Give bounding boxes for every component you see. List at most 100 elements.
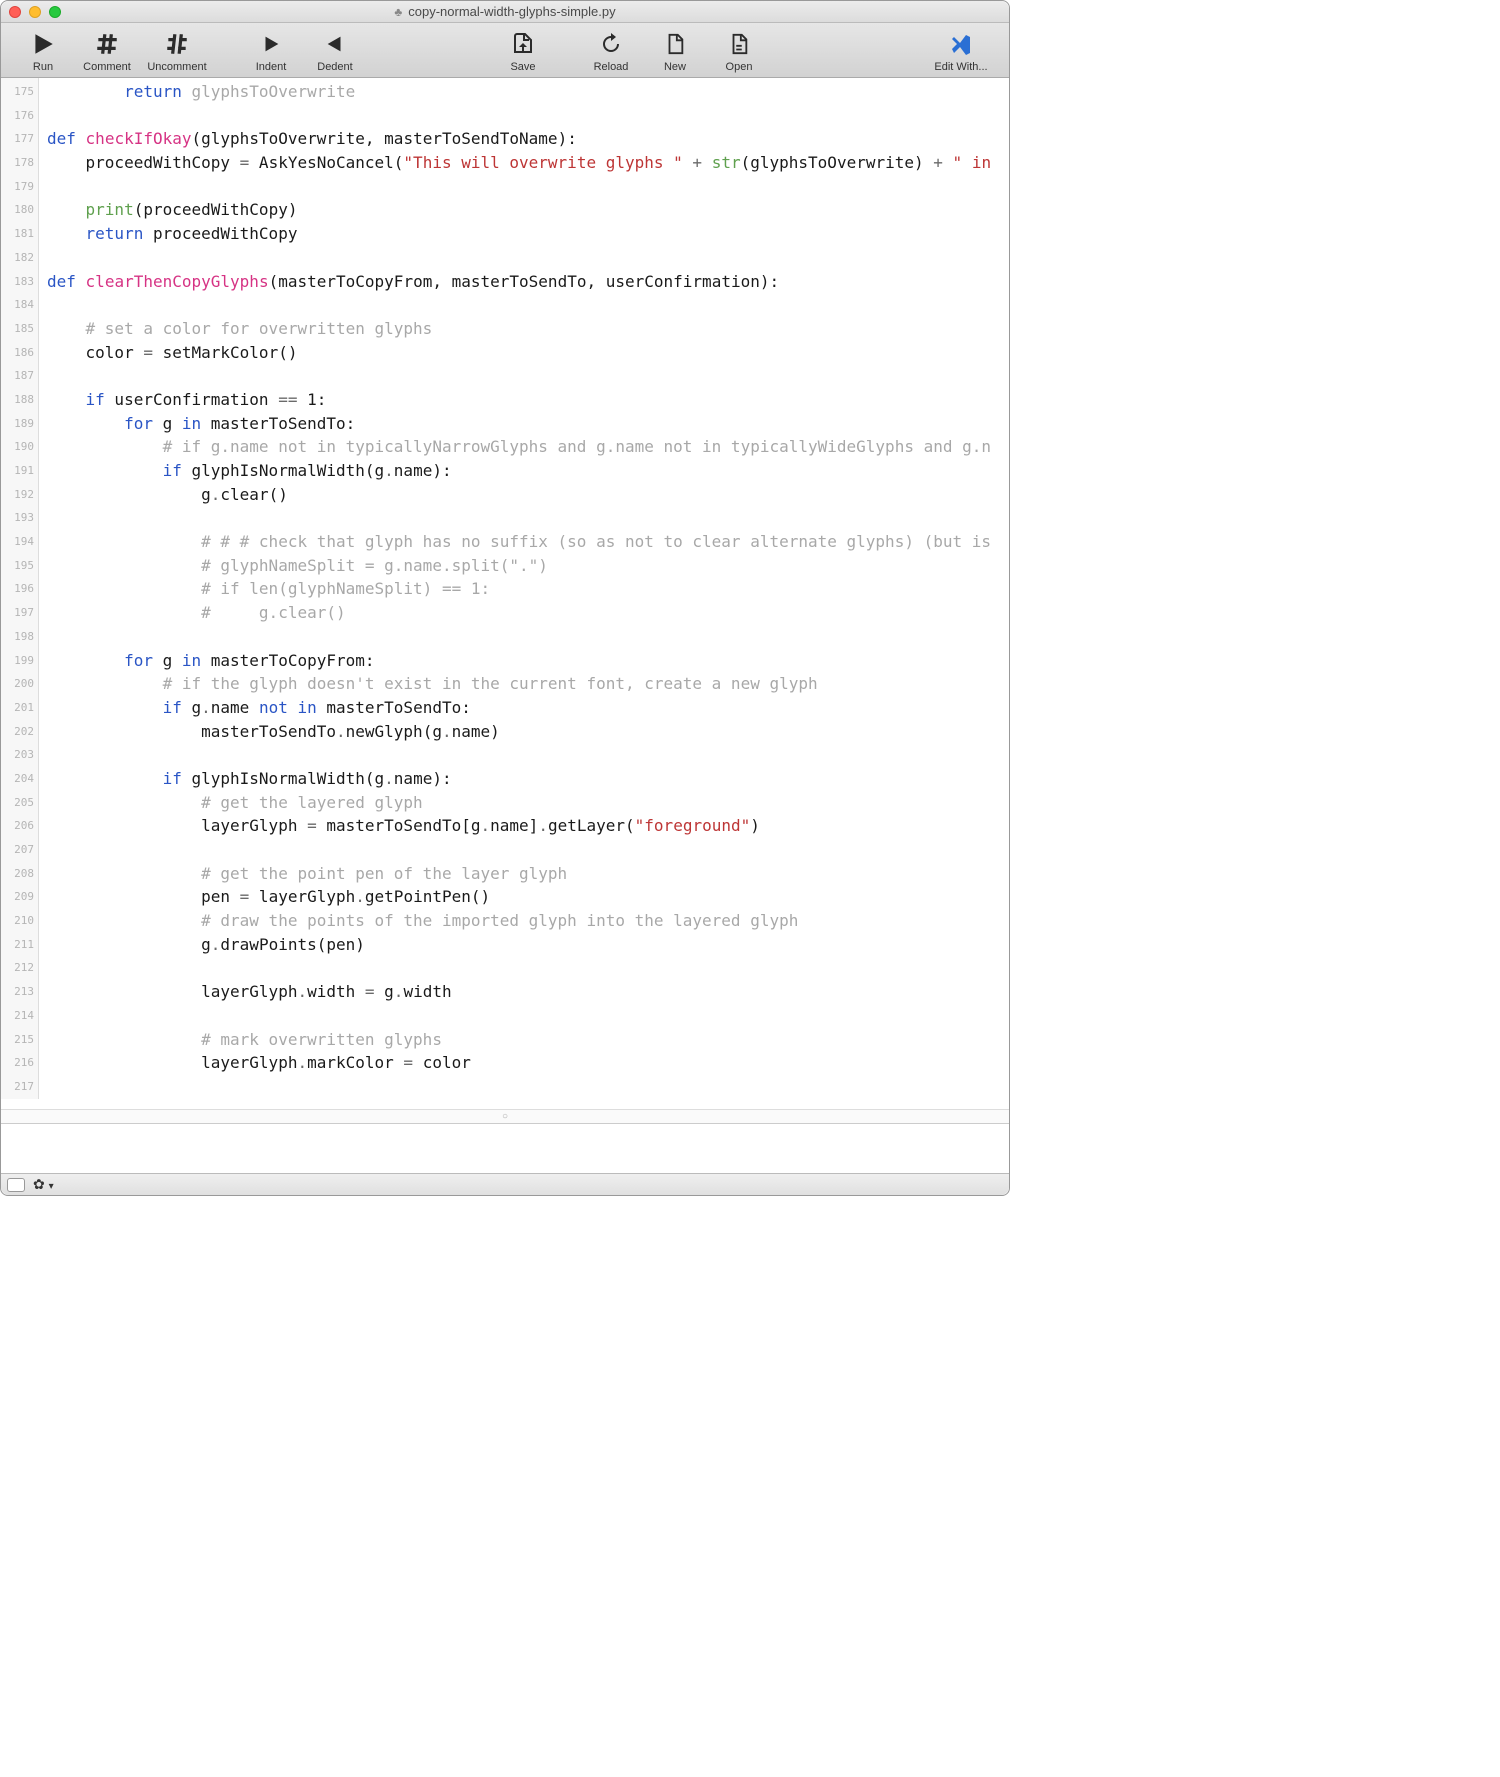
panel-toggle-button[interactable] [7,1178,25,1192]
indent-button[interactable]: Indent [241,27,301,75]
line-number: 189 [1,412,38,436]
line-number: 211 [1,933,38,957]
code-line[interactable]: pen = layerGlyph.getPointPen() [47,885,1009,909]
line-number: 197 [1,601,38,625]
save-button[interactable]: Save [493,27,553,75]
gear-icon[interactable]: ✿ ▾ [33,1176,54,1193]
code-line[interactable]: # if g.name not in typicallyNarrowGlyphs… [47,435,1009,459]
code-line[interactable]: layerGlyph = masterToSendTo[g.name].getL… [47,814,1009,838]
line-number: 215 [1,1028,38,1052]
code-line[interactable]: for g in masterToCopyFrom: [47,649,1009,673]
line-number: 207 [1,838,38,862]
code-line[interactable] [47,293,1009,317]
hash-icon [94,29,120,59]
code-line[interactable]: # glyphNameSplit = g.name.split(".") [47,554,1009,578]
code-line[interactable]: if glyphIsNormalWidth(g.name): [47,767,1009,791]
code-line[interactable] [47,838,1009,862]
code-line[interactable]: layerGlyph.markColor = color [47,1051,1009,1075]
code-line[interactable]: g.clear() [47,483,1009,507]
code-line[interactable]: # if len(glyphNameSplit) == 1: [47,577,1009,601]
line-number: 196 [1,577,38,601]
window-title: copy-normal-width-glyphs-simple.py [408,4,615,19]
code-editor[interactable]: 1751761771781791801811821831841851861871… [1,78,1009,1109]
line-number: 213 [1,980,38,1004]
code-line[interactable] [47,246,1009,270]
line-number: 188 [1,388,38,412]
code-line[interactable]: if userConfirmation == 1: [47,388,1009,412]
code-line[interactable]: # draw the points of the imported glyph … [47,909,1009,933]
line-number: 194 [1,530,38,554]
traffic-lights [9,6,61,18]
line-number: 205 [1,791,38,815]
line-number: 214 [1,1004,38,1028]
indent-label: Indent [256,61,287,73]
code-line[interactable]: proceedWithCopy = AskYesNoCancel("This w… [47,151,1009,175]
line-number: 202 [1,720,38,744]
horizontal-scrollbar[interactable]: ○ [1,1109,1009,1123]
line-number: 181 [1,222,38,246]
code-line[interactable]: # g.clear() [47,601,1009,625]
code-line[interactable] [47,506,1009,530]
code-line[interactable] [47,364,1009,388]
code-line[interactable]: for g in masterToSendTo: [47,412,1009,436]
new-button[interactable]: New [645,27,705,75]
output-console[interactable] [1,1123,1009,1173]
code-line[interactable] [47,175,1009,199]
run-button[interactable]: Run [13,27,73,75]
minimize-window-button[interactable] [29,6,41,18]
code-line[interactable]: layerGlyph.width = g.width [47,980,1009,1004]
line-number: 184 [1,293,38,317]
line-number: 176 [1,104,38,128]
zoom-window-button[interactable] [49,6,61,18]
editor-area: 1751761771781791801811821831841851861871… [1,78,1009,1173]
play-outline-icon [260,29,282,59]
code-line[interactable]: # get the layered glyph [47,791,1009,815]
code-line[interactable]: return glyphsToOverwrite [47,80,1009,104]
dedent-label: Dedent [317,61,352,73]
code-line[interactable]: masterToSendTo.newGlyph(g.name) [47,720,1009,744]
code-line[interactable]: if g.name not in masterToSendTo: [47,696,1009,720]
line-number: 217 [1,1075,38,1099]
code-line[interactable] [47,625,1009,649]
line-number: 201 [1,696,38,720]
code-line[interactable] [47,104,1009,128]
code-line[interactable]: # # # check that glyph has no suffix (so… [47,530,1009,554]
line-number: 190 [1,435,38,459]
line-number: 199 [1,649,38,673]
open-button[interactable]: Open [709,27,769,75]
line-number: 180 [1,198,38,222]
code-line[interactable]: return proceedWithCopy [47,222,1009,246]
comment-button[interactable]: Comment [77,27,137,75]
line-number: 191 [1,459,38,483]
code-line[interactable]: color = setMarkColor() [47,341,1009,365]
line-number: 195 [1,554,38,578]
line-number: 200 [1,672,38,696]
code-line[interactable] [47,956,1009,980]
code-line[interactable]: if glyphIsNormalWidth(g.name): [47,459,1009,483]
code-line[interactable] [47,1004,1009,1028]
line-number-gutter: 1751761771781791801811821831841851861871… [1,78,39,1099]
reload-button[interactable]: Reload [581,27,641,75]
uncomment-label: Uncomment [147,61,206,73]
uncomment-button[interactable]: Uncomment [141,27,213,75]
line-number: 212 [1,956,38,980]
line-number: 175 [1,80,38,104]
line-number: 193 [1,506,38,530]
code-line[interactable]: print(proceedWithCopy) [47,198,1009,222]
line-number: 185 [1,317,38,341]
code-line[interactable]: # if the glyph doesn't exist in the curr… [47,672,1009,696]
code-line[interactable] [47,1075,1009,1099]
dedent-button[interactable]: Dedent [305,27,365,75]
code-line[interactable]: # get the point pen of the layer glyph [47,862,1009,886]
line-number: 177 [1,127,38,151]
code-content[interactable]: return glyphsToOverwrite def checkIfOkay(… [39,78,1009,1099]
close-window-button[interactable] [9,6,21,18]
code-line[interactable]: # mark overwritten glyphs [47,1028,1009,1052]
edit-with-button[interactable]: Edit With... [925,27,997,75]
line-number: 179 [1,175,38,199]
code-line[interactable] [47,743,1009,767]
code-line[interactable]: # set a color for overwritten glyphs [47,317,1009,341]
code-line[interactable]: g.drawPoints(pen) [47,933,1009,957]
code-line[interactable]: def checkIfOkay(glyphsToOverwrite, maste… [47,127,1009,151]
code-line[interactable]: def clearThenCopyGlyphs(masterToCopyFrom… [47,270,1009,294]
